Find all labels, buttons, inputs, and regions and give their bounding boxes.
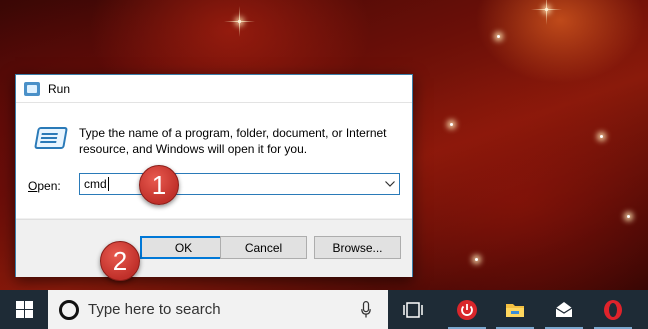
wallpaper-star — [497, 35, 500, 38]
opera-icon[interactable] — [590, 290, 636, 329]
dialog-description: Type the name of a program, folder, docu… — [79, 126, 387, 156]
mail-icon[interactable] — [541, 290, 587, 329]
search-input[interactable]: Type here to search — [88, 301, 354, 318]
file-explorer-icon[interactable] — [492, 290, 538, 329]
wallpaper-star — [600, 135, 603, 138]
run-program-icon — [32, 123, 70, 157]
open-input[interactable]: cmd — [80, 177, 381, 192]
taskbar-search-box[interactable]: Type here to search — [48, 290, 388, 329]
dialog-content: Type the name of a program, folder, docu… — [16, 103, 412, 218]
microphone-icon[interactable] — [354, 298, 378, 322]
title-bar[interactable]: Run — [16, 75, 412, 103]
wallpaper-star — [475, 258, 478, 261]
task-view-icon[interactable] — [390, 290, 436, 329]
taskbar: Type here to search — [0, 290, 648, 329]
cortana-icon[interactable] — [59, 299, 79, 320]
wallpaper-star — [450, 123, 453, 126]
open-label: Open: — [28, 179, 61, 193]
chevron-down-icon[interactable] — [381, 174, 399, 194]
browse-button[interactable]: Browse... — [314, 236, 401, 259]
run-dialog: Run Type the name of a program, folder, … — [15, 74, 413, 277]
wallpaper-star — [238, 6, 241, 37]
cancel-button[interactable]: Cancel — [220, 236, 307, 259]
run-icon — [24, 81, 40, 96]
dialog-footer: OK Cancel Browse... — [16, 219, 412, 277]
wallpaper-star — [545, 0, 548, 25]
dialog-title: Run — [48, 81, 71, 96]
power-app-icon[interactable] — [444, 290, 490, 329]
open-combobox[interactable]: cmd — [79, 173, 400, 195]
wallpaper-star — [627, 215, 630, 218]
windows-start-icon[interactable] — [0, 290, 48, 329]
ok-button[interactable]: OK — [140, 236, 227, 259]
step-marker-1: 1 — [139, 165, 179, 205]
step-marker-2: 2 — [100, 241, 140, 281]
